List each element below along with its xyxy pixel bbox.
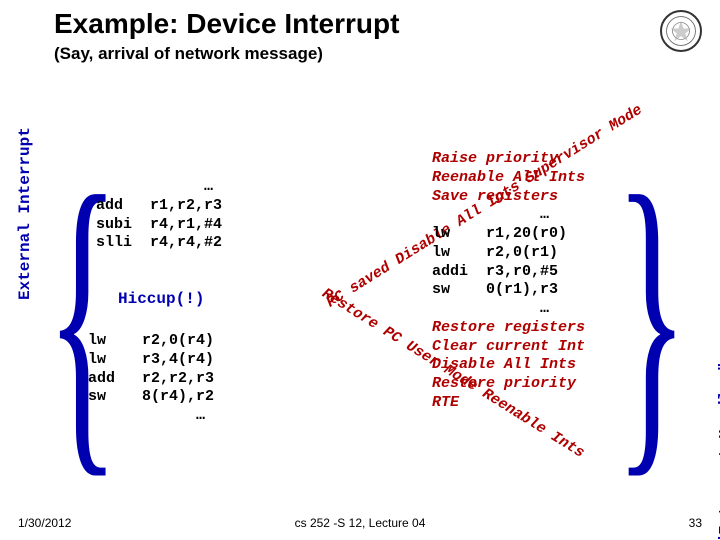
handler-line: lw r1,20(r0) xyxy=(432,225,585,244)
footer-page-number: 33 xyxy=(689,516,702,530)
handler-line: Restore registers xyxy=(432,319,585,338)
hiccup-label: Hiccup(!) xyxy=(118,290,204,308)
seal-icon xyxy=(660,10,702,52)
handler-line: … xyxy=(432,206,585,225)
handler-line: Raise priority xyxy=(432,150,585,169)
label-external-interrupt: External Interrupt xyxy=(16,127,34,300)
handler-line: Save registers xyxy=(432,188,585,207)
handler-line: Disable All Ints xyxy=(432,356,585,375)
label-interrupt-handler: "Interrupt Handler" xyxy=(716,362,720,540)
handler-line: Reenable All Ints xyxy=(432,169,585,188)
code-before-interrupt: … add r1,r2,r3 subi r4,r1,#4 slli r4,r4,… xyxy=(96,178,222,253)
footer-center: cs 252 -S 12, Lecture 04 xyxy=(0,516,720,530)
handler-line: addi r3,r0,#5 xyxy=(432,263,585,282)
page-subtitle: (Say, arrival of network message) xyxy=(54,44,323,64)
code-after-interrupt: lw r2,0(r4) lw r3,4(r4) add r2,r2,r3 sw … xyxy=(88,332,214,426)
page-title: Example: Device Interrupt xyxy=(54,8,399,40)
handler-line: sw 0(r1),r3 xyxy=(432,281,585,300)
interrupt-handler-code: Raise priorityReenable All IntsSave regi… xyxy=(432,150,585,413)
handler-line: Restore priority xyxy=(432,375,585,394)
handler-line: lw r2,0(r1) xyxy=(432,244,585,263)
handler-line: RTE xyxy=(432,394,585,413)
handler-line: Clear current Int xyxy=(432,338,585,357)
slide: Example: Device Interrupt (Say, arrival … xyxy=(0,0,720,540)
handler-line: … xyxy=(432,300,585,319)
brace-right-icon: } xyxy=(615,120,688,511)
